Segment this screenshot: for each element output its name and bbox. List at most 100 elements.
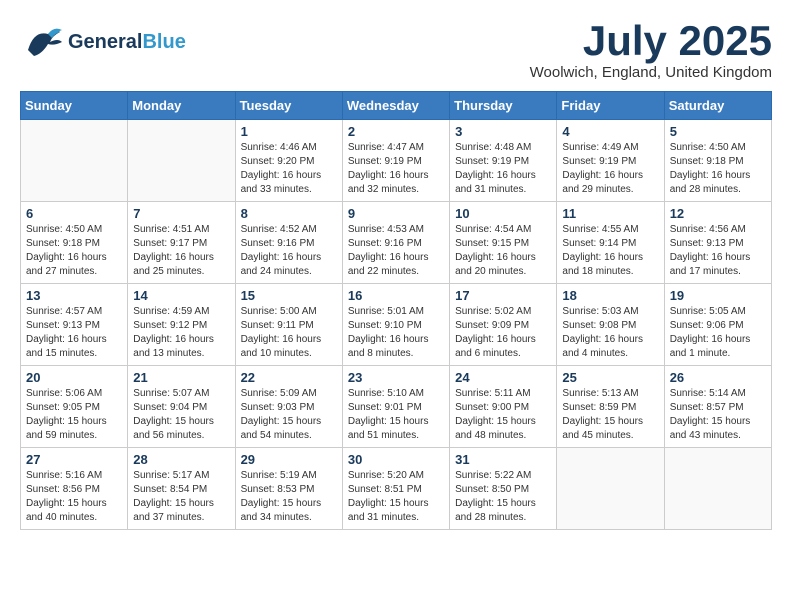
- calendar-cell: 27 Sunrise: 5:16 AMSunset: 8:56 PMDayligh…: [21, 448, 128, 530]
- calendar-cell: 13Sunrise: 4:57 AMSunset: 9:13 PMDayligh…: [21, 284, 128, 366]
- logo-part2: Blue: [142, 31, 185, 53]
- day-number: 18: [562, 288, 658, 303]
- day-number: 24: [455, 370, 551, 385]
- day-number: 7: [133, 206, 229, 221]
- calendar-cell: 3Sunrise: 4:48 AMSunset: 9:19 PMDaylight…: [450, 120, 557, 202]
- calendar-cell: [664, 448, 771, 530]
- calendar-week-3: 13Sunrise: 4:57 AMSunset: 9:13 PMDayligh…: [21, 284, 772, 366]
- calendar-week-4: 20 Sunrise: 5:06 AMSunset: 9:05 PMDayligh…: [21, 366, 772, 448]
- day-number: 15: [241, 288, 337, 303]
- calendar-header-thursday: Thursday: [450, 92, 557, 120]
- calendar-cell: 20 Sunrise: 5:06 AMSunset: 9:05 PMDayligh…: [21, 366, 128, 448]
- month-title: July 2025: [530, 20, 772, 62]
- calendar-cell: 21 Sunrise: 5:07 AMSunset: 9:04 PMDayligh…: [128, 366, 235, 448]
- calendar-cell: 7 Sunrise: 4:51 AMSunset: 9:17 PMDaylight…: [128, 202, 235, 284]
- day-number: 21: [133, 370, 229, 385]
- day-number: 20: [26, 370, 122, 385]
- calendar-cell: 19 Sunrise: 5:05 AMSunset: 9:06 PMDayligh…: [664, 284, 771, 366]
- day-info: Sunrise: 4:54 AMSunset: 9:15 PMDaylight:…: [455, 223, 551, 279]
- calendar-header-saturday: Saturday: [664, 92, 771, 120]
- calendar-cell: 2 Sunrise: 4:47 AMSunset: 9:19 PMDaylight…: [342, 120, 449, 202]
- day-number: 26: [670, 370, 766, 385]
- day-number: 2: [348, 124, 444, 139]
- calendar-cell: 23 Sunrise: 5:10 AMSunset: 9:01 PMDayligh…: [342, 366, 449, 448]
- day-info: Sunrise: 5:19 AMSunset: 8:53 PMDaylight:…: [241, 469, 337, 525]
- calendar-header-wednesday: Wednesday: [342, 92, 449, 120]
- calendar-cell: [21, 120, 128, 202]
- calendar-cell: 15 Sunrise: 5:00 AMSunset: 9:11 PMDayligh…: [235, 284, 342, 366]
- day-info: Sunrise: 4:56 AMSunset: 9:13 PMDaylight:…: [670, 223, 766, 279]
- calendar-cell: 6Sunrise: 4:50 AMSunset: 9:18 PMDaylight…: [21, 202, 128, 284]
- calendar-cell: 14Sunrise: 4:59 AMSunset: 9:12 PMDayligh…: [128, 284, 235, 366]
- day-number: 5: [670, 124, 766, 139]
- day-info: Sunrise: 4:52 AMSunset: 9:16 PMDaylight:…: [241, 223, 337, 279]
- calendar-cell: 16Sunrise: 5:01 AMSunset: 9:10 PMDayligh…: [342, 284, 449, 366]
- calendar-week-5: 27 Sunrise: 5:16 AMSunset: 8:56 PMDayligh…: [21, 448, 772, 530]
- calendar-cell: 18 Sunrise: 5:03 AMSunset: 9:08 PMDayligh…: [557, 284, 664, 366]
- calendar-week-1: 1 Sunrise: 4:46 AMSunset: 9:20 PMDaylight…: [21, 120, 772, 202]
- day-info: Sunrise: 4:51 AMSunset: 9:17 PMDaylight:…: [133, 223, 229, 279]
- calendar-cell: 5 Sunrise: 4:50 AMSunset: 9:18 PMDaylight…: [664, 120, 771, 202]
- logo-part1: General: [68, 31, 142, 53]
- calendar-header-sunday: Sunday: [21, 92, 128, 120]
- calendar-cell: 12 Sunrise: 4:56 AMSunset: 9:13 PMDayligh…: [664, 202, 771, 284]
- day-info: Sunrise: 5:14 AMSunset: 8:57 PMDaylight:…: [670, 387, 766, 443]
- day-number: 16: [348, 288, 444, 303]
- day-info: Sunrise: 4:57 AMSunset: 9:13 PMDaylight:…: [26, 305, 122, 361]
- calendar-cell: 8 Sunrise: 4:52 AMSunset: 9:16 PMDaylight…: [235, 202, 342, 284]
- day-info: Sunrise: 5:02 AMSunset: 9:09 PMDaylight:…: [455, 305, 551, 361]
- day-info: Sunrise: 5:13 AMSunset: 8:59 PMDaylight:…: [562, 387, 658, 443]
- day-info: Sunrise: 4:55 AMSunset: 9:14 PMDaylight:…: [562, 223, 658, 279]
- calendar-cell: 29 Sunrise: 5:19 AMSunset: 8:53 PMDayligh…: [235, 448, 342, 530]
- day-info: Sunrise: 4:49 AMSunset: 9:19 PMDaylight:…: [562, 141, 658, 197]
- day-number: 23: [348, 370, 444, 385]
- location: Woolwich, England, United Kingdom: [530, 64, 772, 81]
- day-number: 27: [26, 452, 122, 467]
- day-info: Sunrise: 4:46 AMSunset: 9:20 PMDaylight:…: [241, 141, 337, 197]
- page-header: GeneralBlue July 2025 Woolwich, England,…: [20, 20, 772, 81]
- calendar-week-2: 6Sunrise: 4:50 AMSunset: 9:18 PMDaylight…: [21, 202, 772, 284]
- day-info: Sunrise: 5:00 AMSunset: 9:11 PMDaylight:…: [241, 305, 337, 361]
- day-number: 4: [562, 124, 658, 139]
- day-info: Sunrise: 5:07 AMSunset: 9:04 PMDaylight:…: [133, 387, 229, 443]
- calendar-cell: 17 Sunrise: 5:02 AMSunset: 9:09 PMDayligh…: [450, 284, 557, 366]
- calendar-cell: 10Sunrise: 4:54 AMSunset: 9:15 PMDayligh…: [450, 202, 557, 284]
- calendar-cell: 26 Sunrise: 5:14 AMSunset: 8:57 PMDayligh…: [664, 366, 771, 448]
- day-info: Sunrise: 5:06 AMSunset: 9:05 PMDaylight:…: [26, 387, 122, 443]
- day-info: Sunrise: 5:09 AMSunset: 9:03 PMDaylight:…: [241, 387, 337, 443]
- day-info: Sunrise: 4:53 AMSunset: 9:16 PMDaylight:…: [348, 223, 444, 279]
- day-number: 29: [241, 452, 337, 467]
- day-number: 19: [670, 288, 766, 303]
- calendar-cell: 4 Sunrise: 4:49 AMSunset: 9:19 PMDaylight…: [557, 120, 664, 202]
- title-block: July 2025 Woolwich, England, United King…: [530, 20, 772, 81]
- calendar-cell: 22 Sunrise: 5:09 AMSunset: 9:03 PMDayligh…: [235, 366, 342, 448]
- day-info: Sunrise: 5:16 AMSunset: 8:56 PMDaylight:…: [26, 469, 122, 525]
- day-number: 14: [133, 288, 229, 303]
- day-number: 30: [348, 452, 444, 467]
- day-info: Sunrise: 5:11 AMSunset: 9:00 PMDaylight:…: [455, 387, 551, 443]
- day-number: 1: [241, 124, 337, 139]
- calendar-cell: 30Sunrise: 5:20 AMSunset: 8:51 PMDayligh…: [342, 448, 449, 530]
- calendar-header-row: SundayMondayTuesdayWednesdayThursdayFrid…: [21, 92, 772, 120]
- day-info: Sunrise: 4:47 AMSunset: 9:19 PMDaylight:…: [348, 141, 444, 197]
- calendar-cell: 11Sunrise: 4:55 AMSunset: 9:14 PMDayligh…: [557, 202, 664, 284]
- day-info: Sunrise: 5:10 AMSunset: 9:01 PMDaylight:…: [348, 387, 444, 443]
- day-number: 3: [455, 124, 551, 139]
- calendar-cell: 9 Sunrise: 4:53 AMSunset: 9:16 PMDaylight…: [342, 202, 449, 284]
- day-info: Sunrise: 5:05 AMSunset: 9:06 PMDaylight:…: [670, 305, 766, 361]
- calendar-cell: 28Sunrise: 5:17 AMSunset: 8:54 PMDayligh…: [128, 448, 235, 530]
- calendar-table: SundayMondayTuesdayWednesdayThursdayFrid…: [20, 91, 772, 530]
- day-info: Sunrise: 4:50 AMSunset: 9:18 PMDaylight:…: [26, 223, 122, 279]
- calendar-cell: [128, 120, 235, 202]
- day-number: 8: [241, 206, 337, 221]
- logo: GeneralBlue: [20, 20, 186, 64]
- day-number: 12: [670, 206, 766, 221]
- day-number: 9: [348, 206, 444, 221]
- calendar-cell: [557, 448, 664, 530]
- calendar-header-friday: Friday: [557, 92, 664, 120]
- day-info: Sunrise: 5:03 AMSunset: 9:08 PMDaylight:…: [562, 305, 658, 361]
- day-number: 22: [241, 370, 337, 385]
- day-info: Sunrise: 4:50 AMSunset: 9:18 PMDaylight:…: [670, 141, 766, 197]
- day-number: 31: [455, 452, 551, 467]
- day-number: 17: [455, 288, 551, 303]
